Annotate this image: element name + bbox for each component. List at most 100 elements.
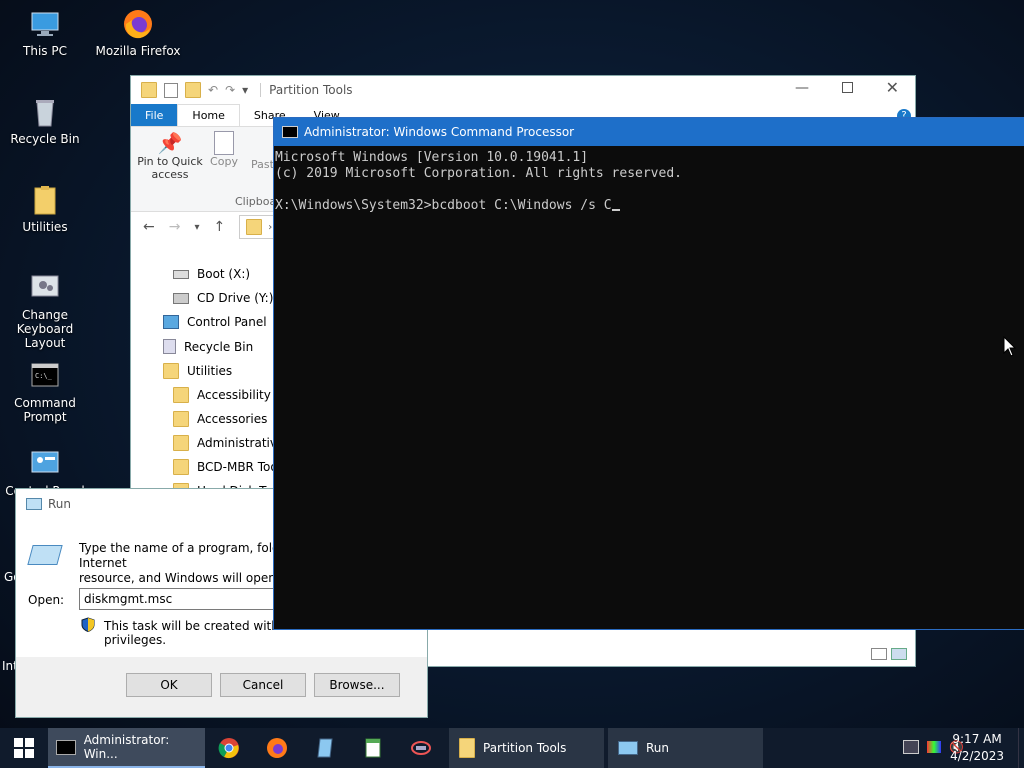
tree-item-label: Administrative xyxy=(197,436,285,450)
taskbar-item-cmd[interactable]: Administrator: Win... xyxy=(48,728,205,768)
tree-item[interactable]: Accessibility xyxy=(173,387,271,403)
back-arrow-icon[interactable]: ← xyxy=(143,219,155,235)
forward-arrow-icon[interactable]: → xyxy=(169,219,181,235)
tree-item[interactable]: Accessories xyxy=(173,411,267,427)
desktop-icon-label: Command Prompt xyxy=(14,396,76,424)
desktop-icon-firefox[interactable]: Mozilla Firefox xyxy=(93,8,183,58)
cmd-line: ​ xyxy=(275,182,1024,198)
taskbar-item-run[interactable]: Run xyxy=(608,728,763,768)
firefox-icon xyxy=(122,8,154,40)
clock-time: 9:17 AM xyxy=(952,732,1002,746)
redo-icon[interactable]: ↷ xyxy=(225,83,235,97)
tab-home[interactable]: Home xyxy=(177,104,240,126)
show-desktop-button[interactable] xyxy=(1018,728,1024,768)
folder-icon xyxy=(173,411,189,427)
pin-label: Pin to Quick access xyxy=(137,155,203,181)
start-button[interactable] xyxy=(0,728,48,768)
up-arrow-icon[interactable]: ↑ xyxy=(214,219,226,235)
taskbar-item-label: Run xyxy=(646,741,670,755)
properties-icon[interactable] xyxy=(164,82,178,98)
tree-item-label: Accessories xyxy=(197,412,268,426)
command-prompt-window[interactable]: Administrator: Windows Command Processor… xyxy=(273,117,1024,630)
chevron-right-icon: › xyxy=(268,221,273,233)
control-panel-icon xyxy=(29,448,61,480)
taskbar-item-partition-tools[interactable]: Partition Tools xyxy=(449,728,604,768)
cancel-button[interactable]: Cancel xyxy=(220,673,306,697)
new-folder-icon[interactable] xyxy=(185,82,201,98)
pin-quick-access-button[interactable]: 📌 Pin to Quick access xyxy=(137,131,203,181)
run-large-icon xyxy=(27,545,63,565)
folder-icon xyxy=(173,435,189,451)
tree-item[interactable]: Boot (X:) xyxy=(173,267,250,281)
firefox-icon xyxy=(267,738,287,758)
explorer-title-bar[interactable]: ↶ ↷ ▾ Partition Tools — ✕ xyxy=(131,76,915,104)
keyboard-settings-icon xyxy=(29,272,61,304)
clock[interactable]: 9:17 AM 4/2/2023 xyxy=(950,731,1004,765)
tree-item[interactable]: BCD-MBR Tool xyxy=(173,459,281,475)
minimize-icon[interactable]: — xyxy=(795,80,809,96)
network-icon[interactable] xyxy=(903,740,920,754)
desktop-icon-recycle-bin[interactable]: Recycle Bin xyxy=(0,96,90,146)
control-panel-icon xyxy=(163,315,179,329)
run-button-bar: OK Cancel Browse... xyxy=(16,657,427,717)
maximize-icon[interactable] xyxy=(842,82,853,93)
tree-item-label: Utilities xyxy=(187,364,233,378)
folder-icon xyxy=(163,363,179,379)
open-label: Open: xyxy=(28,593,65,607)
taskbar-app-notepad[interactable] xyxy=(349,728,397,768)
notepad-icon xyxy=(365,738,381,758)
tools-icon xyxy=(411,741,431,755)
drive-icon xyxy=(173,269,189,279)
ok-button[interactable]: OK xyxy=(126,673,212,697)
recycle-bin-icon xyxy=(29,96,61,128)
folder-icon xyxy=(173,387,189,403)
folder-icon xyxy=(29,184,61,216)
desktop-icon-command-prompt[interactable]: C:\_ Command Prompt xyxy=(0,360,90,424)
folder-icon xyxy=(246,219,263,235)
taskbar-app-pen[interactable] xyxy=(301,728,349,768)
desktop-icon-utilities[interactable]: Utilities xyxy=(0,184,90,234)
window-title: Partition Tools xyxy=(260,83,353,97)
cmd-title: Administrator: Windows Command Processor xyxy=(304,125,575,139)
taskbar-chrome[interactable] xyxy=(205,728,253,768)
tree-item[interactable]: Administrative xyxy=(173,435,284,451)
shield-icon xyxy=(81,617,95,635)
cmd-title-bar[interactable]: Administrator: Windows Command Processor xyxy=(274,118,1024,146)
tree-item[interactable]: CD Drive (Y:) H xyxy=(173,291,286,305)
chevron-down-icon[interactable]: ▾ xyxy=(242,83,248,97)
tree-item-label: Accessibility xyxy=(197,388,271,402)
recent-locations-icon[interactable]: ▾ xyxy=(194,222,199,233)
desktop-icon-keyboard-layout[interactable]: Change Keyboard Layout xyxy=(0,272,90,350)
browse-button[interactable]: Browse... xyxy=(314,673,400,697)
clock-date: 4/2/2023 xyxy=(950,749,1004,763)
details-view-icon[interactable] xyxy=(871,648,887,660)
large-icons-view-icon[interactable] xyxy=(891,648,907,660)
tree-item[interactable]: Utilities xyxy=(163,363,232,379)
recycle-bin-icon xyxy=(163,339,176,354)
run-title: Run xyxy=(48,497,72,511)
taskbar-item-label: Administrator: Win... xyxy=(83,733,170,761)
cmd-console-output[interactable]: Microsoft Windows [Version 10.0.19041.1]… xyxy=(274,146,1024,214)
run-icon xyxy=(26,498,42,510)
tree-item[interactable]: Recycle Bin xyxy=(163,339,253,354)
notepad-blue-icon xyxy=(317,738,333,758)
copy-button[interactable]: Copy xyxy=(207,131,241,168)
this-pc-icon xyxy=(29,8,61,40)
copy-label: Copy xyxy=(210,155,238,168)
undo-icon[interactable]: ↶ xyxy=(208,83,218,97)
pin-icon: 📌 xyxy=(157,131,183,155)
desktop-icon-this-pc[interactable]: This PC xyxy=(0,8,90,58)
cmd-prompt-line[interactable]: X:\Windows\System32>bcdboot C:\Windows /… xyxy=(275,198,1024,214)
tree-item[interactable]: Control Panel xyxy=(163,315,267,329)
windows-logo-icon xyxy=(14,738,34,758)
close-icon[interactable]: ✕ xyxy=(886,78,899,97)
desktop-icon-label: Mozilla Firefox xyxy=(95,44,181,58)
cmd-line: (c) 2019 Microsoft Corporation. All righ… xyxy=(275,166,682,181)
tab-file[interactable]: File xyxy=(131,104,178,126)
color-settings-icon[interactable] xyxy=(927,741,942,753)
desktop-icon-label: This PC xyxy=(23,44,67,58)
taskbar-app-tools[interactable] xyxy=(397,728,445,768)
taskbar: Administrator: Win... Partition Tools Ru… xyxy=(0,728,1024,768)
command-prompt-icon: C:\_ xyxy=(29,360,61,392)
taskbar-firefox[interactable] xyxy=(253,728,301,768)
